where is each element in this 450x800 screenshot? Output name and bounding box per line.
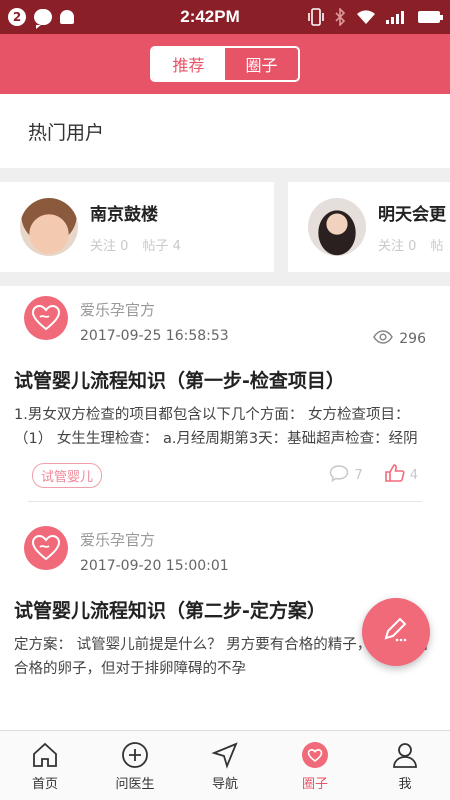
post-author[interactable]: 爱乐孕官方	[80, 299, 229, 320]
user-follow-count: 关注 0	[378, 239, 417, 254]
user-name: 明天会更	[378, 205, 446, 225]
post-views: 296	[373, 330, 426, 348]
user-follow-count: 关注 0	[90, 239, 129, 254]
status-time: 2:42PM	[180, 7, 240, 26]
notification-count-badge: 2	[8, 8, 26, 26]
nav-me[interactable]: 我	[360, 731, 450, 800]
nav-ask-doctor[interactable]: 问医生	[90, 731, 180, 800]
compose-button[interactable]	[362, 598, 430, 666]
eye-icon	[373, 330, 394, 348]
chat-notification-icon	[34, 9, 52, 29]
heart-logo-icon[interactable]	[24, 296, 68, 340]
user-name: 南京鼓楼	[90, 205, 158, 225]
pencil-icon	[380, 614, 412, 650]
bluetooth-icon	[334, 8, 346, 26]
nav-circle[interactable]: 圈子	[270, 731, 360, 800]
nav-label: 我	[398, 776, 412, 792]
post-divider	[28, 501, 422, 502]
user-card[interactable]: 南京鼓楼 关注 0 帖子 4	[0, 182, 274, 272]
segmented-tabs: 推荐 圈子	[150, 46, 300, 82]
status-bar: 2 2:42PM	[0, 0, 450, 34]
post-tag[interactable]: 试管婴儿	[32, 462, 103, 488]
like-button[interactable]: 4	[384, 464, 418, 486]
view-count: 296	[399, 331, 426, 347]
user-icon	[390, 740, 420, 770]
top-header: 推荐 圈子	[0, 34, 450, 94]
nav-label: 圈子	[301, 776, 328, 792]
comment-icon	[329, 464, 349, 486]
vibrate-icon	[308, 8, 324, 26]
battery-icon	[418, 11, 443, 23]
android-notification-icon	[60, 10, 74, 24]
avatar	[20, 198, 78, 256]
navigation-icon	[210, 740, 240, 770]
user-post-count: 帖	[430, 239, 444, 254]
post-card[interactable]: 爱乐孕官方 2017-09-25 16:58:53 296 试管婴儿流程知识（第…	[0, 286, 450, 502]
comment-count: 7	[354, 467, 363, 483]
user-card[interactable]: 明天会更 关注 0 帖	[288, 182, 450, 272]
nav-label: 问医生	[115, 776, 155, 792]
nav-label: 首页	[31, 776, 58, 792]
tab-recommend[interactable]: 推荐	[152, 48, 225, 80]
wifi-icon	[356, 9, 376, 25]
post-body[interactable]: 1.男女双方检查的项目都包含以下几个方面： 女方检查项目：（1） 女生生理检查：…	[14, 403, 436, 451]
nav-home[interactable]: 首页	[0, 731, 90, 800]
hot-users-title: 热门用户	[0, 94, 450, 168]
nav-label: 导航	[211, 776, 238, 792]
comment-button[interactable]: 7	[329, 464, 363, 486]
like-count: 4	[409, 467, 418, 483]
plus-circle-icon	[120, 740, 150, 770]
bottom-nav: 首页 问医生 导航 圈子 我	[0, 730, 450, 800]
post-author[interactable]: 爱乐孕官方	[80, 529, 229, 550]
heart-logo-icon[interactable]	[24, 526, 68, 570]
post-title[interactable]: 试管婴儿流程知识（第一步-检查项目）	[14, 366, 436, 393]
avatar	[308, 198, 366, 256]
tab-circle[interactable]: 圈子	[225, 48, 298, 80]
thumbs-up-icon	[384, 464, 405, 486]
hot-users-carousel[interactable]: 南京鼓楼 关注 0 帖子 4 明天会更 关注 0 帖	[0, 168, 450, 286]
home-icon	[30, 740, 60, 770]
user-post-count: 帖子 4	[142, 239, 181, 254]
heart-circle-icon	[300, 740, 330, 770]
post-date: 2017-09-25 16:58:53	[80, 328, 229, 344]
nav-navigation[interactable]: 导航	[180, 731, 270, 800]
post-date: 2017-09-20 15:00:01	[80, 558, 229, 574]
signal-icon	[386, 10, 408, 24]
